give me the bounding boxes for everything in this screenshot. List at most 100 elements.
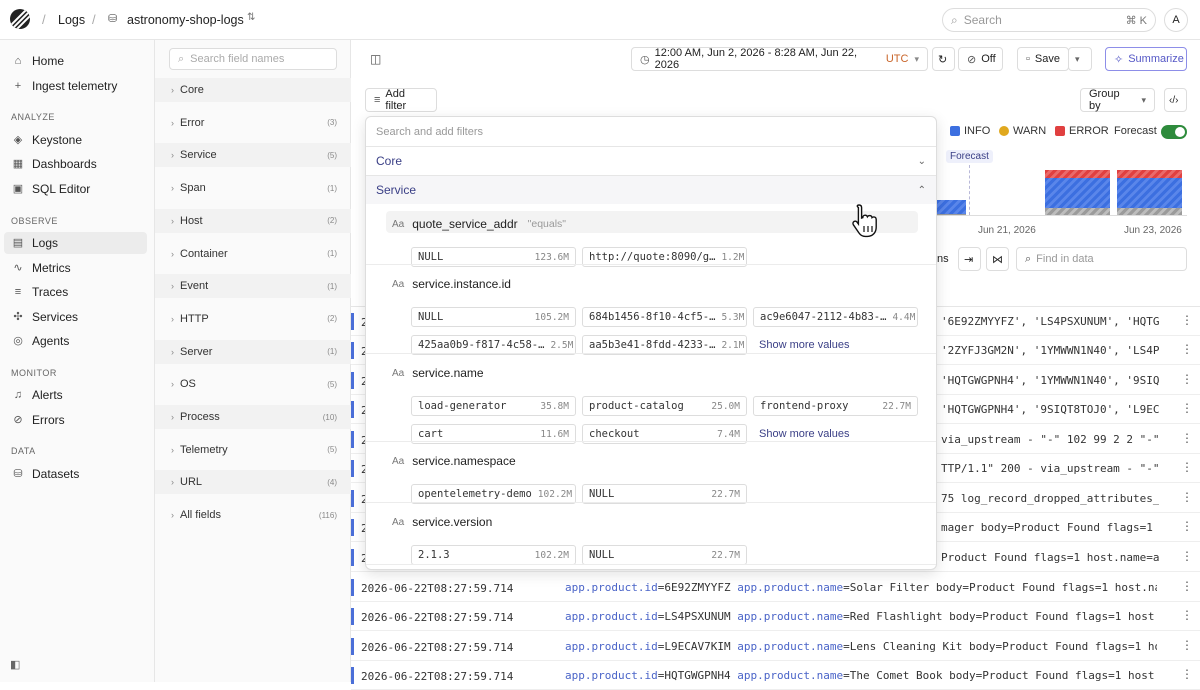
save-options-button[interactable]: ▾ [1068,47,1092,71]
sidebar-item-home[interactable]: ⌂ Home [4,50,147,72]
row-message: TTP/1.1" 200 - via_upstream - "-" 0 47 [941,462,1159,475]
code-view-button[interactable]: ‹/› [1164,88,1187,112]
field-search-input[interactable]: ⌕ Search field names [169,48,337,70]
share-button[interactable]: ⋈ [986,247,1009,271]
filter-value-chip[interactable]: 425aa0b9-f817-4c58-… 2.5M [411,335,576,355]
filter-field-service-namespace[interactable]: Aa service.namespace [392,454,516,468]
filter-value-chip[interactable]: 2.1.3 102.2M [411,545,576,565]
field-group-telemetry[interactable]: › Telemetry (5) [155,438,351,462]
user-avatar[interactable]: A [1164,8,1188,32]
table-row[interactable]: 2026-06-22T08:27:59.714 app.product.id=LS… [351,602,1200,631]
more-vertical-icon[interactable]: ⋮ [1181,342,1193,356]
save-button[interactable]: ▫ Save [1017,47,1069,71]
field-group-host[interactable]: › Host (2) [155,208,351,233]
filter-value-chip[interactable]: 684b1456-8f10-4cf5-… 5.3M [582,307,747,327]
sidebar-item-services[interactable]: ✣ Services [4,306,147,328]
toggle-fields-panel-icon[interactable]: ◫ [370,52,381,66]
breadcrumb-dataset[interactable]: astronomy-shop-logs [127,13,244,27]
filter-value-chip[interactable]: NULL 22.7M [582,484,747,504]
more-vertical-icon[interactable]: ⋮ [1181,431,1193,445]
field-group-service[interactable]: › Service (5) [155,143,351,168]
sidebar-item-sql-editor[interactable]: ▣ SQL Editor [4,178,147,200]
app-logo[interactable] [10,9,30,29]
filter-field-service-instance-id[interactable]: Aa service.instance.id [392,277,511,291]
field-group-core[interactable]: › Core [155,78,351,102]
add-filter-button[interactable]: ≡ Add filter [365,88,437,112]
sidebar-item-datasets[interactable]: ⛁ Datasets [4,463,147,485]
auto-refresh-button[interactable]: ⊘ Off [958,47,1003,71]
field-group-container[interactable]: › Container (1) [155,242,351,266]
time-range-picker[interactable]: ◷ 12:00 AM, Jun 2, 2026 - 8:28 AM, Jun 2… [631,47,928,71]
field-group-url[interactable]: › URL (4) [155,470,351,495]
error-icon: ⊘ [13,414,23,426]
sidebar-item-dashboards[interactable]: ▦ Dashboards [4,153,147,175]
collapse-sidebar-icon[interactable]: ◧ [10,658,20,671]
sidebar-item-agents[interactable]: ◎ Agents [4,330,147,352]
more-vertical-icon[interactable]: ⋮ [1181,372,1193,386]
more-vertical-icon[interactable]: ⋮ [1181,313,1193,327]
sidebar-item-logs[interactable]: ▤ Logs [4,232,147,254]
columns-button-label[interactable]: ns [937,253,949,265]
global-search[interactable]: ⌕ Search ⌘ K [942,8,1156,32]
summarize-button[interactable]: ✧ Summarize [1105,47,1187,71]
forecast-toggle[interactable] [1161,125,1187,139]
sidebar-item-traces[interactable]: ≡ Traces [4,281,147,303]
field-group-http[interactable]: › HTTP (2) [155,307,351,331]
filter-field-service-name[interactable]: Aa service.name [392,366,484,380]
more-vertical-icon[interactable]: ⋮ [1181,579,1193,593]
search-placeholder: Search [963,13,1002,27]
more-vertical-icon[interactable]: ⋮ [1181,519,1193,533]
field-group-all-fields[interactable]: › All fields (116) [155,503,351,527]
timezone-label: UTC [885,53,909,65]
more-vertical-icon[interactable]: ⋮ [1181,549,1193,563]
filter-search-input[interactable]: Search and add filters [376,126,483,138]
field-group-process[interactable]: › Process (10) [155,405,351,429]
filter-value-chip[interactable]: ac9e6047-2112-4b83-… 4.4M [753,307,918,327]
more-vertical-icon[interactable]: ⋮ [1181,460,1193,474]
legend-warn: WARN [999,125,1046,137]
sidebar-item-metrics[interactable]: ∿ Metrics [4,257,147,279]
filter-value-chip[interactable]: NULL 22.7M [582,545,747,565]
group-by-button[interactable]: Group by ▾ [1080,88,1155,112]
table-row[interactable]: 2026-06-22T08:27:59.714 app.product.id=6E… [351,573,1200,602]
field-group-os[interactable]: › OS (5) [155,372,351,396]
more-vertical-icon[interactable]: ⋮ [1181,490,1193,504]
filter-section-core[interactable]: Core ⌄ [366,146,936,175]
more-vertical-icon[interactable]: ⋮ [1181,608,1193,622]
field-group-error[interactable]: › Error (3) [155,111,351,135]
sidebar-item-errors[interactable]: ⊘ Errors [4,409,147,431]
field-divider [366,353,936,354]
filter-value-chip[interactable]: load-generator 35.8M [411,396,576,416]
field-group-event[interactable]: › Event (1) [155,274,351,299]
field-divider [366,441,936,442]
field-group-server[interactable]: › Server (1) [155,339,351,364]
wrap-button[interactable]: ⇥ [958,247,981,271]
search-shortcut: ⌘ K [1125,14,1147,27]
breadcrumb-logs[interactable]: Logs [58,13,85,27]
find-in-data-input[interactable]: ⌕ Find in data [1016,247,1187,271]
table-row[interactable]: 2026-06-22T08:27:59.714 app.product.id=HQ… [351,661,1200,690]
filter-value-chip[interactable]: product-catalog 25.0M [582,396,747,416]
refresh-button[interactable]: ↻ [932,47,955,71]
more-vertical-icon[interactable]: ⋮ [1181,638,1193,652]
table-row[interactable]: 2026-06-22T08:27:59.714 app.product.id=L9… [351,632,1200,661]
filter-value-chip[interactable]: frontend-proxy 22.7M [753,396,918,416]
more-vertical-icon[interactable]: ⋮ [1181,667,1193,681]
more-vertical-icon[interactable]: ⋮ [1181,401,1193,415]
filter-value-chip[interactable]: opentelemetry-demo 102.2M [411,484,576,504]
dataset-switch-icon[interactable]: ⇅ [247,12,255,23]
field-group-span[interactable]: › Span (1) [155,176,351,200]
row-message: '6E92ZMYYFZ', 'LS4PSXUNUM', 'HQTGWGPN [941,315,1159,328]
filter-value-chip[interactable]: aa5b3e41-8fdd-4233-… 2.1M [582,335,747,355]
chevron-down-icon: ⌄ [917,155,926,167]
filter-field-service-version[interactable]: Aa service.version [392,515,492,529]
sidebar-item-ingest[interactable]: + Ingest telemetry [4,75,147,97]
show-more-values-link[interactable]: Show more values [759,428,850,440]
show-more-values-link[interactable]: Show more values [759,339,850,351]
filter-field-quote-service-addr[interactable]: Aa quote_service_addr "equals" [392,217,566,231]
section-monitor: MONITOR [11,368,57,378]
filter-value-chip[interactable]: NULL 105.2M [411,307,576,327]
sidebar-item-keystone[interactable]: ◈ Keystone [4,129,147,151]
sidebar-item-alerts[interactable]: ♫ Alerts [4,384,147,406]
filter-section-service[interactable]: Service ⌃ [366,175,936,204]
